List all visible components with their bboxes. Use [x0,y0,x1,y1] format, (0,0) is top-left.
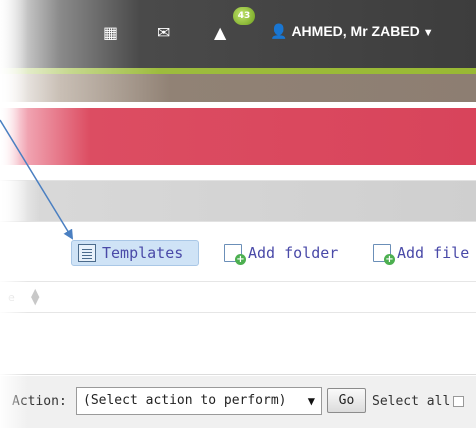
select-all-control[interactable]: Select all [372,394,465,409]
add-file-label: Add file [397,244,470,262]
red-banner [0,108,476,165]
add-file-icon [373,244,395,265]
alert-icon[interactable]: ▲ [214,24,226,42]
brown-banner [0,74,476,102]
caret-down-icon: ▼ [422,27,434,39]
column-header[interactable]: e [8,291,15,304]
dropdown-arrow-icon: ▼ [307,394,315,408]
action-select-value: (Select action to perform) [83,393,287,408]
grey-banner [0,180,476,222]
user-menu[interactable]: 👤 AHMED, Mr ZABED ▼ [270,23,434,40]
select-all-label: Select all [372,394,451,409]
add-folder-button[interactable]: Add folder [224,240,338,266]
templates-label: Templates [102,244,184,262]
file-toolbar: Templates Add folder Add file [0,232,476,274]
templates-icon [78,244,96,262]
add-folder-icon [224,244,246,265]
add-file-button[interactable]: Add file [373,240,469,266]
person-icon: 👤 [270,23,288,39]
calendar-icon[interactable]: ▦ [103,24,118,42]
top-navigation-bar: ▦ ✉ ▲ 43 👤 AHMED, Mr ZABED ▼ [0,0,476,68]
action-bar: Action: (Select action to perform) ▼ Go … [0,376,476,428]
notification-badge[interactable]: 43 [233,7,255,25]
mail-icon[interactable]: ✉ [157,24,170,42]
file-list-area [0,313,476,375]
action-select[interactable]: (Select action to perform) ▼ [76,387,322,415]
go-button[interactable]: Go [327,388,366,413]
action-label: Action: [12,394,67,409]
select-all-checkbox[interactable] [453,396,465,407]
templates-button[interactable]: Templates [71,240,199,266]
user-name: AHMED, Mr ZABED [291,23,420,39]
table-header: e ▲ ▼ [0,281,476,313]
add-folder-label: Add folder [248,244,339,262]
sort-icon[interactable]: ▲ ▼ [31,287,39,306]
